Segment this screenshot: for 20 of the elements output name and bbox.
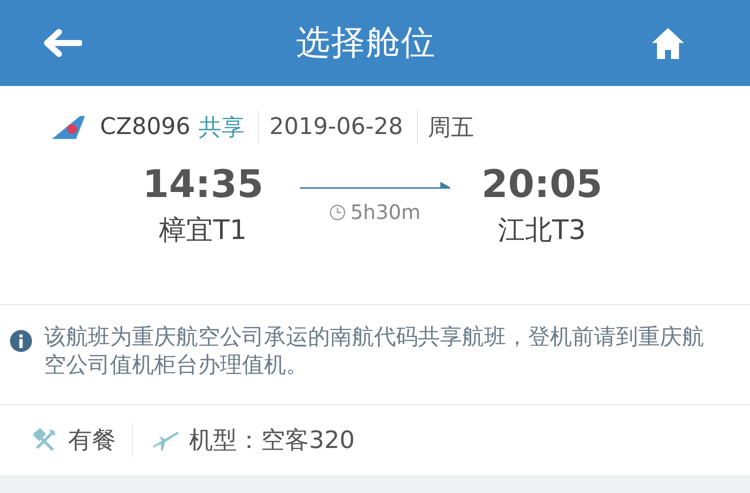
utensils-icon — [32, 427, 58, 453]
codeshare-tag: 共享 — [198, 112, 244, 142]
aircraft-type: 机型：空客320 — [189, 425, 355, 456]
departure-airport: 樟宜T1 — [159, 214, 247, 248]
flight-number: CZ8096 — [100, 114, 190, 140]
notice-text: 该航班为重庆航空公司承运的南航代码共享航班，登机前请到重庆航空公司值机柜台办理值机。 — [44, 324, 705, 380]
back-icon[interactable] — [42, 28, 82, 58]
arrival-airport: 江北T3 — [498, 214, 586, 248]
weekday: 周五 — [428, 114, 474, 142]
flight-duration: 5h30m — [350, 200, 421, 224]
page-title: 选择舱位 — [296, 22, 436, 65]
home-icon[interactable] — [650, 26, 686, 60]
clock-icon — [329, 204, 346, 220]
flight-arrow-icon — [300, 182, 450, 190]
departure-time: 14:35 — [142, 162, 264, 206]
airline-tail-icon — [50, 114, 86, 140]
info-icon — [10, 330, 32, 352]
meal-label: 有餐 — [68, 425, 116, 456]
arrival-time: 20:05 — [482, 162, 602, 206]
flight-date: 2019-06-28 — [269, 114, 404, 140]
